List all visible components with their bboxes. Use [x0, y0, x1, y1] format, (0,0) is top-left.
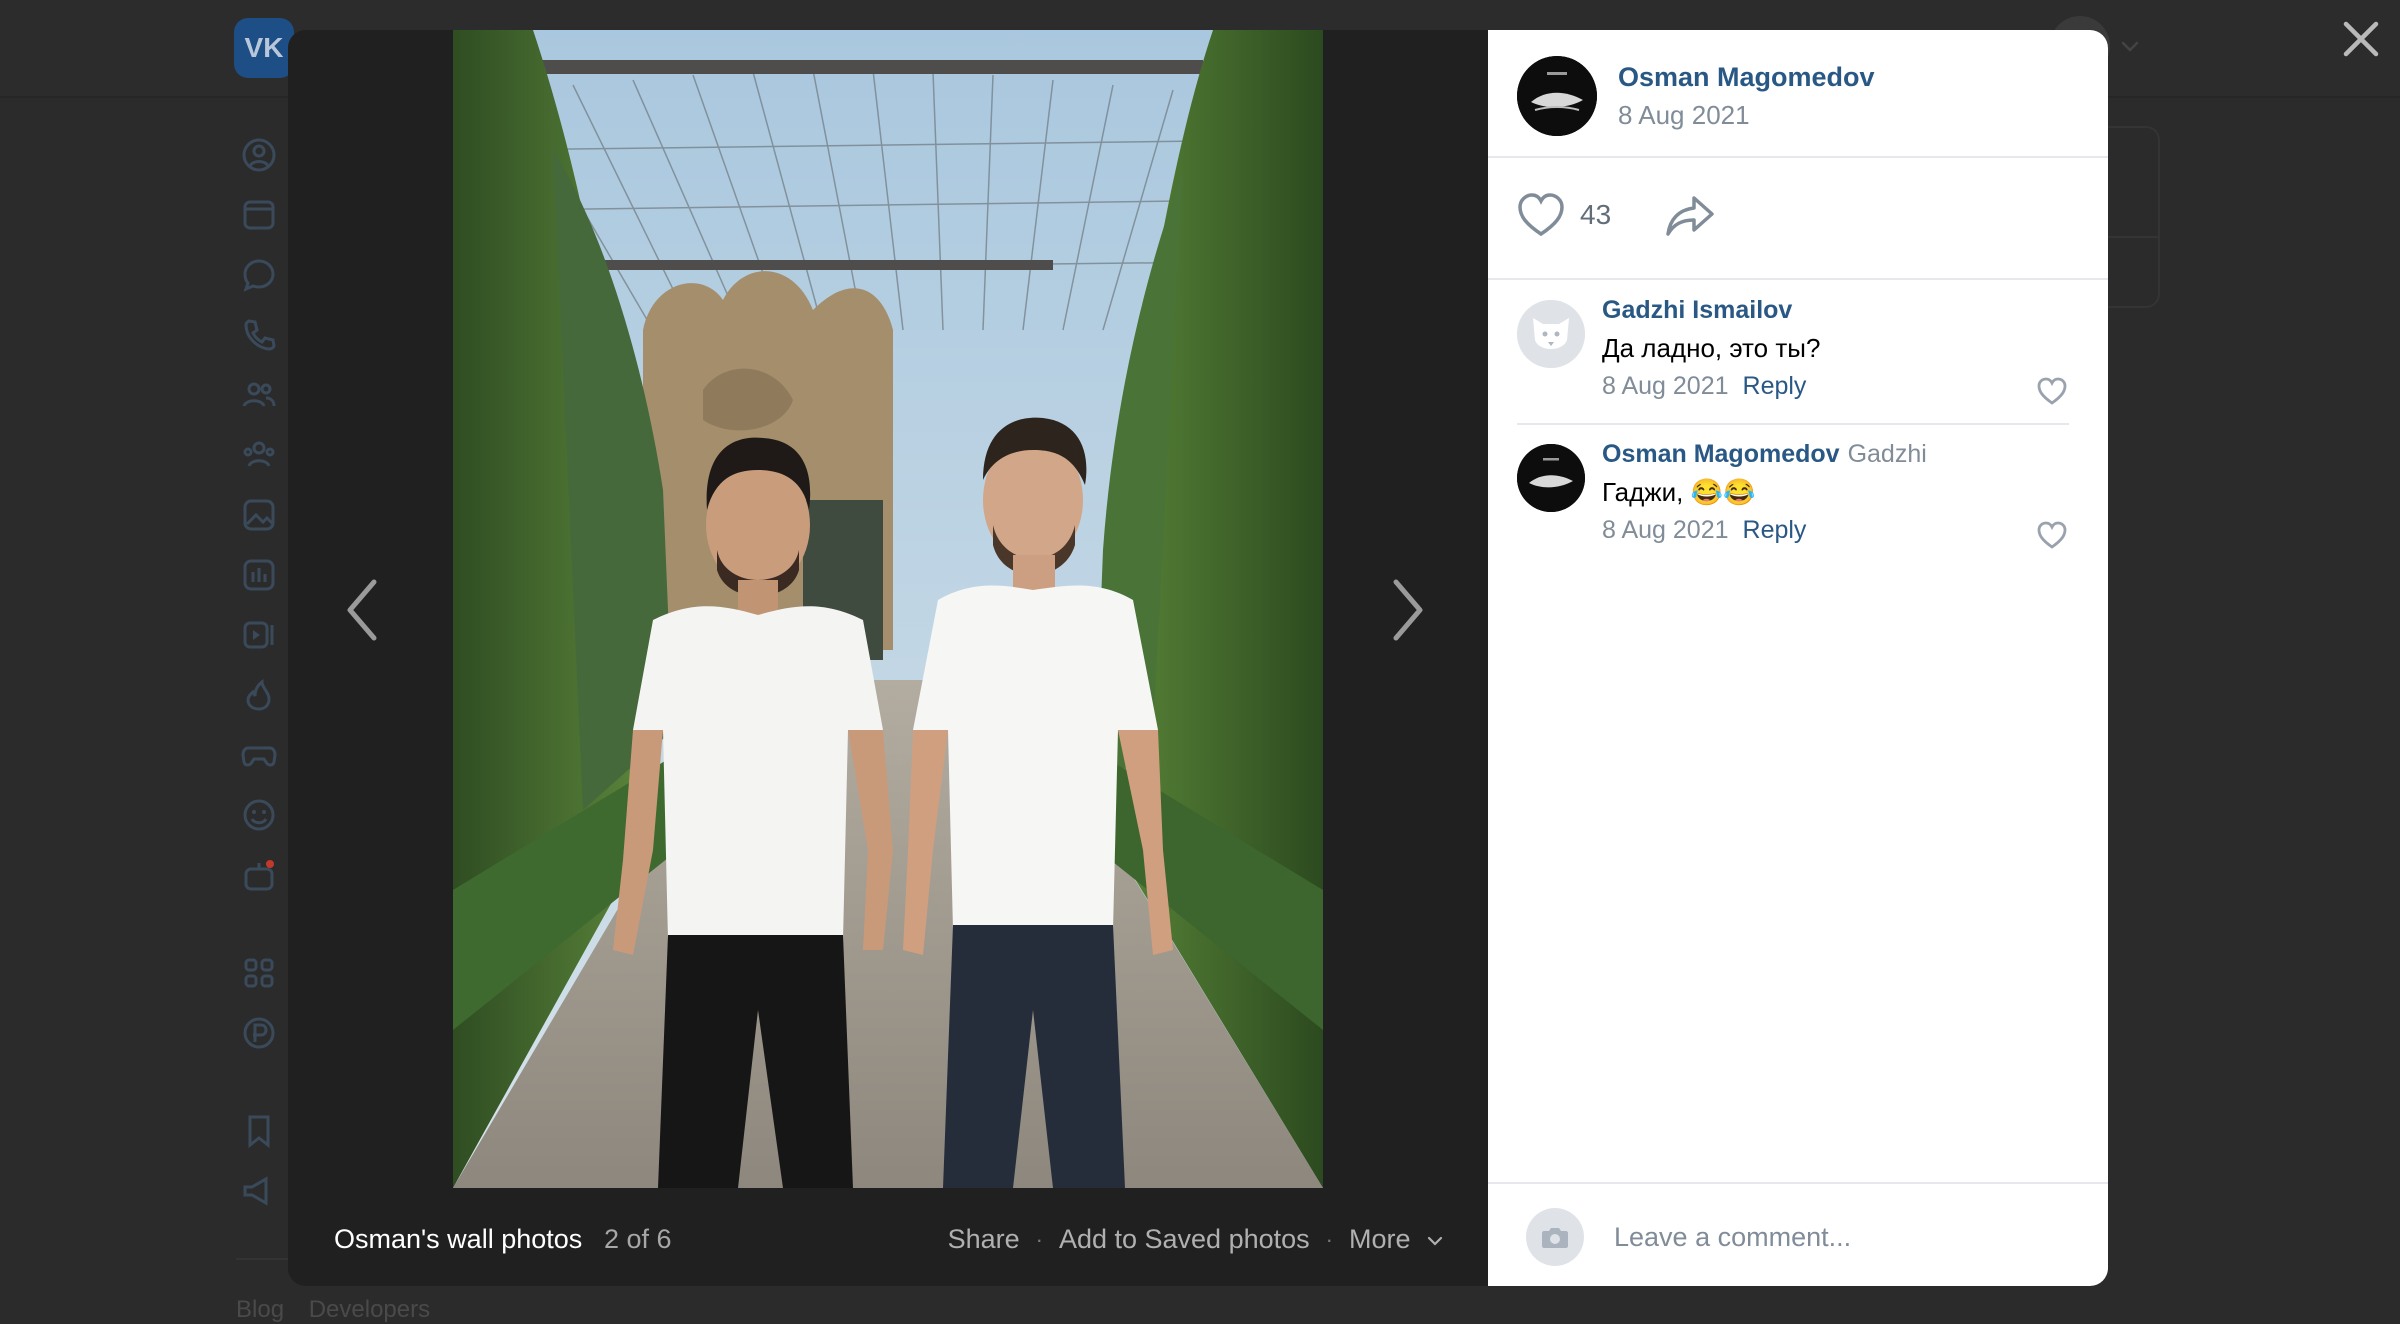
reply-button[interactable]: Reply: [1743, 372, 1807, 400]
heart-icon[interactable]: [2036, 376, 2068, 406]
attach-photo-button[interactable]: [1526, 1208, 1584, 1266]
side-panel: Osman Magomedov 8 Aug 2021 43 Gadzhi Ism…: [1488, 30, 2108, 1286]
comment-author[interactable]: Gadzhi Ismailov: [1602, 296, 1792, 324]
author-avatar[interactable]: [1517, 56, 1597, 136]
photo[interactable]: [453, 30, 1323, 1188]
heart-icon[interactable]: [2036, 520, 2068, 550]
video-icon[interactable]: [240, 616, 278, 654]
profile-icon[interactable]: [240, 136, 278, 174]
reply-to-name[interactable]: Gadzhi: [1848, 440, 1927, 468]
default-dog-avatar-icon: [1517, 300, 1585, 368]
communities-icon[interactable]: [240, 436, 278, 474]
post-reactions: 43: [1488, 158, 2108, 280]
divider: [236, 1258, 296, 1260]
photo-pane: Osman's wall photos 2 of 6 Share · Add t…: [288, 30, 1488, 1286]
avatar-image: [1517, 444, 1585, 512]
comment-author[interactable]: Osman Magomedov: [1602, 440, 1840, 468]
calls-icon[interactable]: [240, 316, 278, 354]
chevron-down-icon[interactable]: [2118, 34, 2142, 58]
bookmarks-icon[interactable]: [240, 1112, 278, 1150]
comment-text: Гаджи, 😂😂: [1602, 477, 1756, 507]
ads-icon[interactable]: [240, 1172, 278, 1210]
comment-divider: [1517, 423, 2069, 425]
post-author-block: Osman Magomedov 8 Aug 2021: [1488, 30, 2108, 158]
footer-link-blog[interactable]: Blog: [236, 1296, 284, 1323]
chevron-left-icon[interactable]: [332, 570, 392, 650]
footer-link-developers[interactable]: Developers: [309, 1296, 430, 1323]
photos-icon[interactable]: [240, 496, 278, 534]
music-icon[interactable]: [240, 556, 278, 594]
comment-date[interactable]: 8 Aug 2021: [1602, 516, 1729, 544]
more-label: More: [1348, 1224, 1411, 1254]
footer-links: Blog Developers: [236, 1296, 448, 1324]
photo-footer: Osman's wall photos 2 of 6 Share · Add t…: [288, 1188, 1488, 1286]
apps-icon[interactable]: [240, 954, 278, 992]
comment-text: Да ладно, это ты?: [1602, 333, 1821, 363]
separator-dot: ·: [1035, 1226, 1043, 1252]
comment-composer: [1488, 1182, 2108, 1286]
commenter-avatar[interactable]: [1517, 444, 1585, 512]
reply-button[interactable]: Reply: [1743, 516, 1807, 544]
vk-logo[interactable]: VK: [234, 18, 294, 78]
games-icon[interactable]: [240, 736, 278, 774]
stickers-icon[interactable]: [240, 796, 278, 834]
avatar-image: [1517, 56, 1597, 136]
separator-dot: ·: [1325, 1226, 1333, 1252]
news-icon[interactable]: [240, 196, 278, 234]
like-button[interactable]: 43: [1516, 192, 1611, 238]
comment-input[interactable]: [1612, 1210, 2076, 1264]
share-button[interactable]: Share: [948, 1224, 1020, 1255]
share-icon[interactable]: [1664, 194, 1716, 238]
more-button[interactable]: More: [1349, 1224, 1444, 1255]
gifts-icon[interactable]: [240, 856, 278, 894]
comment-date[interactable]: 8 Aug 2021: [1602, 372, 1729, 400]
friends-icon[interactable]: [240, 376, 278, 414]
clips-icon[interactable]: [240, 676, 278, 714]
photo-viewer: Osman's wall photos 2 of 6 Share · Add t…: [288, 30, 2108, 1286]
heart-icon: [1518, 193, 1564, 237]
commenter-avatar[interactable]: [1517, 300, 1585, 368]
photo-counter: 2 of 6: [604, 1224, 672, 1254]
camera-icon: [1542, 1228, 1568, 1248]
messenger-icon[interactable]: [240, 256, 278, 294]
close-icon[interactable]: [2338, 16, 2384, 62]
post-date[interactable]: 8 Aug 2021: [1618, 100, 1750, 131]
album-title[interactable]: Osman's wall photos: [334, 1224, 582, 1255]
payments-icon[interactable]: [240, 1014, 278, 1052]
like-count: 43: [1580, 199, 1612, 230]
chevron-right-icon[interactable]: [1378, 570, 1438, 650]
post-author-name[interactable]: Osman Magomedov: [1618, 62, 1875, 93]
save-to-saved-photos-button[interactable]: Add to Saved photos: [1059, 1224, 1310, 1255]
chevron-down-icon: [1427, 1236, 1443, 1246]
photo-actions: Share · Add to Saved photos · More: [948, 1224, 1444, 1255]
